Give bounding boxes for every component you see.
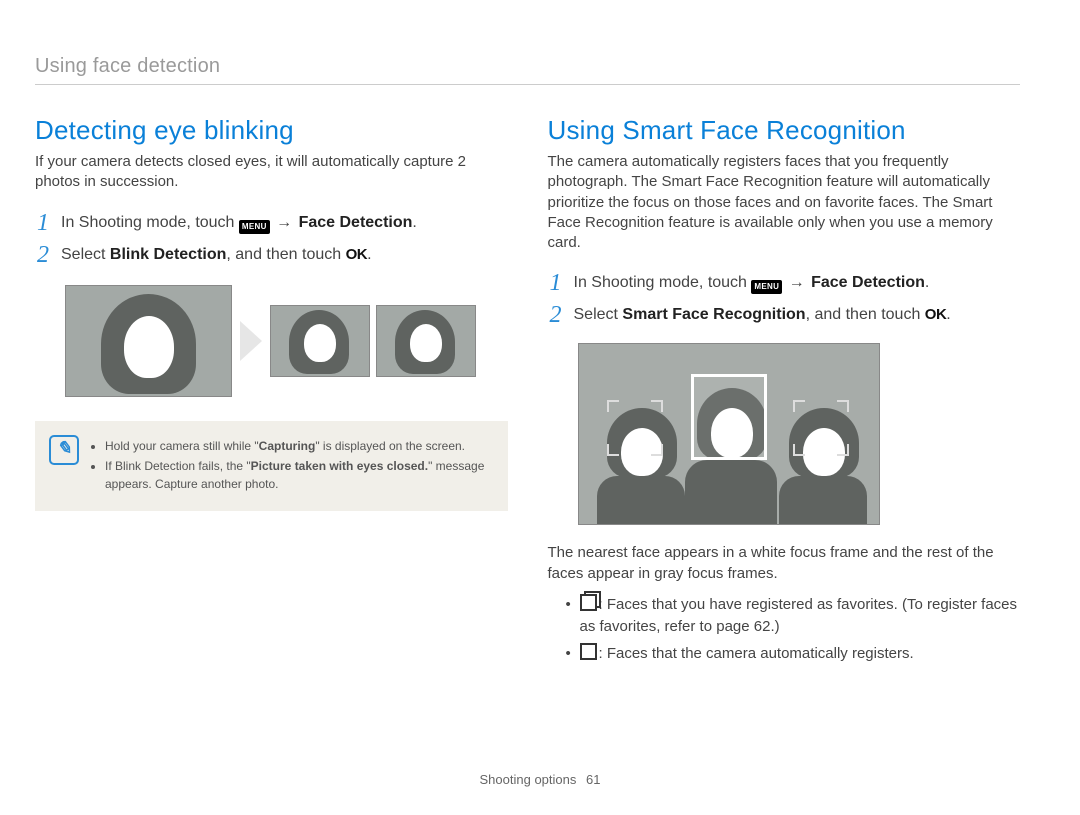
arrow-icon: → [276,211,292,235]
ok-icon: OK [925,306,947,323]
section-heading-blink: Detecting eye blinking [35,115,508,146]
step-2-text: Select Blink Detection, and then touch O… [61,243,372,267]
smart-after-image: The nearest face appears in a white focu… [548,543,1021,584]
single-square-icon [580,643,597,660]
footer-section: Shooting options [480,772,577,787]
note-box: ✎ Hold your camera still while "Capturin… [35,421,508,511]
smart-face-illustration [578,343,880,525]
blink-illustration [65,285,508,397]
divider [35,84,1020,85]
section-heading-smart: Using Smart Face Recognition [548,115,1021,146]
step-1-post: . [412,214,416,231]
two-column-layout: Detecting eye blinking If your camera de… [35,115,1020,671]
right-column: Using Smart Face Recognition The camera … [548,115,1021,671]
step-1-text: In Shooting mode, touch MENU → Face Dete… [61,211,417,235]
blink-photo-small-1 [270,305,370,377]
page-footer: Shooting options 61 [0,772,1080,787]
focus-frame-gray-right [793,400,849,456]
breadcrumb: Using face detection [35,55,1020,78]
step-1-bold: Face Detection [299,214,413,231]
frame-legend: : Faces that you have registered as favo… [548,594,1021,665]
left-column: Detecting eye blinking If your camera de… [35,115,508,671]
blink-step-1: 1 In Shooting mode, touch MENU → Face De… [35,211,508,235]
step-2-bold: Blink Detection [110,246,226,263]
step-number-1: 1 [548,271,564,295]
page-number: 61 [586,772,600,787]
smart-step-2: 2 Select Smart Face Recognition, and the… [548,303,1021,327]
note-icon: ✎ [49,435,79,465]
step-2-post: . [367,246,371,263]
smart-step-1: 1 In Shooting mode, touch MENU → Face De… [548,271,1021,295]
blink-photo-small-2 [376,305,476,377]
focus-frame-white-center [691,374,767,460]
step-2-pre: Select [61,246,110,263]
focus-frame-gray-left [607,400,663,456]
breadcrumb-text: Using face detection [35,55,220,78]
step-2-text: Select Smart Face Recognition, and then … [574,303,951,327]
legend-favorite: : Faces that you have registered as favo… [566,594,1021,638]
step-1-text: In Shooting mode, touch MENU → Face Dete… [574,271,930,295]
note-item-2: If Blink Detection fails, the "Picture t… [105,457,490,493]
ok-icon: OK [346,246,368,263]
step-number-2: 2 [35,243,51,267]
step-1-pre: In Shooting mode, touch [61,214,239,231]
triangle-arrow-icon [240,321,262,361]
arrow-icon: → [789,271,805,295]
menu-icon: MENU [751,280,782,294]
blink-photo-large [65,285,232,397]
step-2-mid: , and then touch [226,246,345,263]
step-number-2: 2 [548,303,564,327]
step-number-1: 1 [35,211,51,235]
menu-icon: MENU [239,220,270,234]
legend-auto: : Faces that the camera automatically re… [566,643,1021,665]
blink-step-2: 2 Select Blink Detection, and then touch… [35,243,508,267]
note-item-1: Hold your camera still while "Capturing"… [105,437,490,455]
blink-intro: If your camera detects closed eyes, it w… [35,152,508,193]
manual-page: Using face detection Detecting eye blink… [0,0,1080,815]
smart-intro: The camera automatically registers faces… [548,152,1021,253]
double-square-icon [580,594,597,611]
